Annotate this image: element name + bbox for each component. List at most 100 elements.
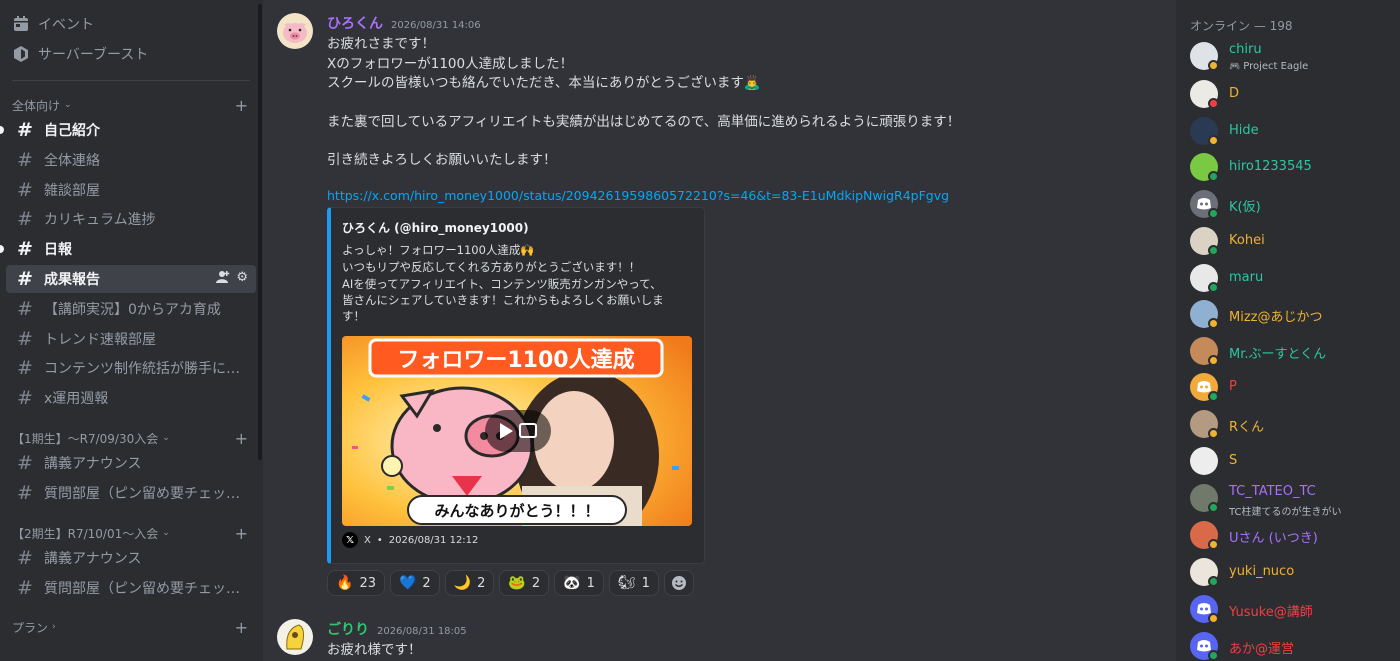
message-line: お疲れ様です！ bbox=[327, 642, 422, 658]
events-item[interactable]: イベント bbox=[12, 11, 94, 37]
member-item[interactable]: K(仮) bbox=[1190, 190, 1390, 224]
channel-seika-hokoku[interactable]: # 成果報告 ⚙ bbox=[6, 265, 256, 293]
hash-icon: # bbox=[17, 357, 33, 379]
moon-icon: 🌙 bbox=[453, 575, 472, 591]
status-indicator bbox=[1208, 613, 1219, 624]
channel-gen2-question[interactable]: # 質問部屋（ピン留め要チェッ… bbox=[6, 574, 256, 602]
status-indicator bbox=[1208, 502, 1219, 513]
channel-jikoshokai[interactable]: # 自己紹介 bbox=[6, 116, 256, 144]
channel-koushi-jikkyo[interactable]: # 【講師実況】0からアカ育成 bbox=[6, 295, 256, 323]
member-item[interactable]: Hide bbox=[1190, 117, 1390, 151]
channel-zentai-renraku[interactable]: # 全体連絡 bbox=[6, 146, 256, 174]
member-name: Hide bbox=[1229, 123, 1259, 138]
channel-gen1-question[interactable]: # 質問部屋（ピン留め要チェッ… bbox=[6, 479, 256, 507]
blue-heart-icon: 💙 bbox=[398, 575, 417, 591]
channel-trend[interactable]: # トレンド速報部屋 bbox=[6, 325, 256, 353]
panda-icon: 🐼 bbox=[563, 575, 581, 591]
hash-icon: # bbox=[17, 238, 33, 260]
add-channel-icon[interactable]: + bbox=[235, 96, 248, 115]
sidebar-scrollbar[interactable] bbox=[258, 4, 262, 460]
status-indicator bbox=[1208, 171, 1219, 182]
channel-label: 成果報告 bbox=[44, 272, 100, 288]
chat-area: ひろくん 2026/08/31 14:06 お疲れさまです！ Xのフォロワーが1… bbox=[263, 0, 1175, 661]
channel-curriculum[interactable]: # カリキュラム進捗 bbox=[6, 205, 256, 233]
hash-icon: # bbox=[17, 547, 33, 569]
message-author[interactable]: ひろくん bbox=[327, 13, 383, 33]
status-indicator bbox=[1208, 98, 1219, 109]
message-author[interactable]: ごりり bbox=[327, 619, 369, 639]
channel-gen2-lecture[interactable]: # 講義アナウンス bbox=[6, 544, 256, 572]
member-item[interactable]: chiru 🎮 Project Eagle bbox=[1190, 42, 1390, 76]
member-item[interactable]: Yusuke@講師 bbox=[1190, 595, 1390, 629]
message-link[interactable]: https://x.com/hiro_money1000/status/2094… bbox=[327, 188, 949, 203]
channel-zatsudan[interactable]: # 雑談部屋 bbox=[6, 176, 256, 204]
member-item[interactable]: P bbox=[1190, 373, 1390, 407]
member-item[interactable]: あか@運営 bbox=[1190, 632, 1390, 661]
play-button[interactable] bbox=[485, 410, 551, 452]
message-timestamp: 2026/08/31 18:05 bbox=[377, 626, 467, 637]
channel-label: 質問部屋（ピン留め要チェッ… bbox=[44, 486, 240, 502]
hash-icon: # bbox=[17, 482, 33, 504]
channel-gen1-lecture[interactable]: # 講義アナウンス bbox=[6, 449, 256, 477]
unread-indicator bbox=[0, 245, 4, 253]
category-gen1[interactable]: 【1期生】〜R7/09/30入会 ⌄ + bbox=[12, 429, 250, 448]
add-channel-icon[interactable]: + bbox=[235, 524, 248, 543]
add-channel-icon[interactable]: + bbox=[235, 618, 248, 637]
message-line: お疲れさまです！ bbox=[327, 36, 435, 52]
status-indicator bbox=[1208, 245, 1219, 256]
member-item[interactable]: hiro1233545 bbox=[1190, 153, 1390, 187]
member-item[interactable]: D bbox=[1190, 80, 1390, 114]
embed-time: 2026/08/31 12:12 bbox=[388, 534, 479, 546]
hash-icon: # bbox=[17, 452, 33, 474]
gear-icon[interactable]: ⚙ bbox=[236, 270, 248, 288]
member-name: Rくん bbox=[1229, 420, 1265, 435]
hash-icon: # bbox=[17, 119, 33, 141]
member-item[interactable]: S bbox=[1190, 447, 1390, 481]
reaction-fire[interactable]: 🔥 23 bbox=[327, 570, 385, 596]
message-line: Xのフォロワーが1100人達成しました！ bbox=[327, 56, 574, 72]
hash-icon: # bbox=[17, 208, 33, 230]
member-item[interactable]: Kohei bbox=[1190, 227, 1390, 261]
member-item[interactable]: Uさん (いつき) bbox=[1190, 521, 1390, 555]
channel-nippo[interactable]: # 日報 bbox=[6, 235, 256, 263]
channel-label: カリキュラム進捗 bbox=[44, 212, 156, 228]
member-item[interactable]: Mr.ぶーすとくん bbox=[1190, 337, 1390, 371]
member-item[interactable]: maru bbox=[1190, 264, 1390, 298]
status-indicator bbox=[1208, 539, 1219, 550]
reaction-moon[interactable]: 🌙 2 bbox=[444, 570, 495, 596]
member-activity: TC柱建てるのが生きがい bbox=[1229, 503, 1342, 518]
member-item[interactable]: Rくん bbox=[1190, 410, 1390, 444]
member-item[interactable]: Mizz@あじかつ bbox=[1190, 300, 1390, 334]
status-indicator bbox=[1208, 355, 1219, 366]
category-gen2[interactable]: 【2期生】R7/10/01〜入会 ⌄ + bbox=[12, 524, 250, 543]
hash-icon: # bbox=[17, 149, 33, 171]
member-item[interactable]: yuki_nuco bbox=[1190, 558, 1390, 592]
member-activity-text: TC柱建てるのが生きがい bbox=[1229, 507, 1342, 518]
add-reaction-button[interactable] bbox=[663, 570, 694, 596]
member-item[interactable]: TC_TATEO_TC TC柱建てるのが生きがい bbox=[1190, 484, 1390, 518]
category-plan[interactable]: プラン › + bbox=[12, 618, 250, 637]
status-indicator bbox=[1208, 650, 1219, 661]
channel-contents[interactable]: # コンテンツ制作統括が勝手に… bbox=[6, 354, 256, 382]
squirrel-icon: 🐿 bbox=[617, 575, 636, 591]
avatar[interactable] bbox=[277, 13, 313, 49]
server-boost-item[interactable]: サーバーブースト bbox=[12, 41, 148, 67]
category-label: 【1期生】〜R7/09/30入会 bbox=[12, 431, 159, 446]
invite-member-icon[interactable] bbox=[216, 270, 230, 288]
channel-label: x運用週報 bbox=[44, 391, 109, 407]
embed-line: AIを使ってアフィリエイト、コンテンツ販売ガンガンやって、 bbox=[342, 277, 662, 291]
category-general[interactable]: 全体向け ⌄ + bbox=[12, 96, 250, 115]
embed-video-thumbnail[interactable]: フォロワー1100人達成 みんなありがとう！！！ bbox=[342, 336, 692, 526]
reaction-blue-heart[interactable]: 💙 2 bbox=[389, 570, 440, 596]
reaction-frog[interactable]: 🐸 2 bbox=[499, 570, 550, 596]
add-channel-icon[interactable]: + bbox=[235, 429, 248, 448]
server-boost-label: サーバーブースト bbox=[38, 47, 149, 63]
embed-image-title: フォロワー1100人達成 bbox=[397, 347, 634, 373]
channel-x-weekly[interactable]: # x運用週報 bbox=[6, 384, 256, 412]
message-line: スクールの皆様いつも絡んでいただき、本当にありがとうございます🙇‍♂️ bbox=[327, 75, 761, 91]
reaction-panda[interactable]: 🐼 1 bbox=[554, 570, 604, 596]
embed-author[interactable]: ひろくん (@hiro_money1000) bbox=[342, 219, 529, 236]
status-indicator bbox=[1208, 208, 1219, 219]
reaction-squirrel[interactable]: 🐿 1 bbox=[608, 570, 659, 596]
avatar[interactable] bbox=[277, 619, 313, 655]
